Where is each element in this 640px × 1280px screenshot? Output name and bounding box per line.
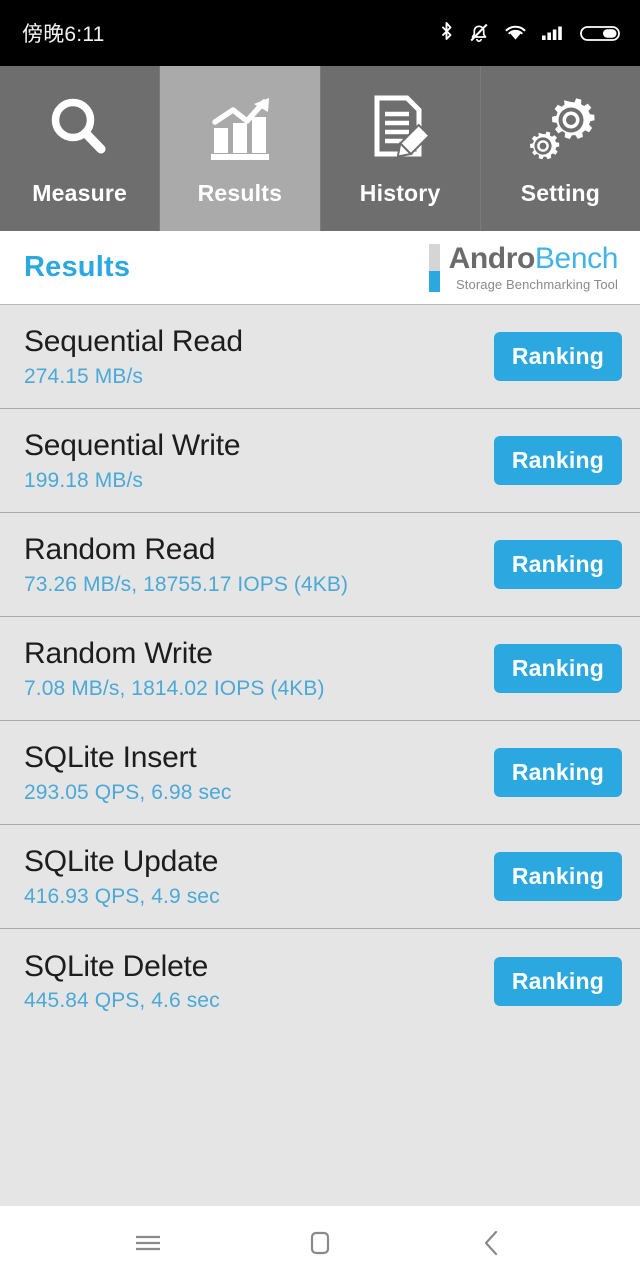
benchmark-value: 274.15 MB/s	[24, 364, 143, 388]
tab-history[interactable]: History	[320, 66, 481, 231]
benchmark-value: 7.08 MB/s, 1814.02 IOPS (4KB)	[24, 676, 325, 700]
battery-icon	[580, 21, 622, 45]
benchmark-title: SQLite Update	[24, 845, 219, 879]
cellular-signal-icon	[541, 21, 567, 45]
bluetooth-icon	[438, 21, 455, 45]
vibrate-off-icon	[468, 21, 490, 45]
gears-icon	[521, 90, 599, 168]
benchmark-value: 445.84 QPS, 4.6 sec	[24, 989, 220, 1013]
ranking-button[interactable]: Ranking	[493, 748, 622, 797]
tab-setting-label: Setting	[520, 180, 601, 206]
table-row[interactable]: Sequential Write 199.18 MB/s Ranking	[0, 409, 640, 513]
table-row[interactable]: Random Write 7.08 MB/s, 1814.02 IOPS (4K…	[0, 617, 640, 721]
ranking-button[interactable]: Ranking	[493, 644, 622, 693]
benchmark-value: 73.26 MB/s, 18755.17 IOPS (4KB)	[24, 572, 349, 596]
ranking-button[interactable]: Ranking	[493, 956, 622, 1006]
menu-icon	[131, 1226, 165, 1260]
benchmark-title: SQLite Delete	[24, 949, 209, 983]
menu-button[interactable]	[117, 1212, 179, 1274]
benchmark-title: SQLite Insert	[24, 741, 197, 775]
table-row[interactable]: Random Read 73.26 MB/s, 18755.17 IOPS (4…	[0, 513, 640, 617]
benchmark-title: Random Read	[24, 533, 216, 567]
ranking-button[interactable]: Ranking	[493, 332, 622, 381]
status-icon-group	[438, 21, 622, 45]
system-navigation-bar	[0, 1206, 640, 1280]
document-pencil-icon	[361, 90, 439, 168]
tab-results[interactable]: Results	[160, 66, 321, 231]
benchmark-title: Sequential Read	[24, 325, 243, 359]
status-clock: 傍晚6:11	[22, 23, 105, 46]
row-text-group: Random Read 73.26 MB/s, 18755.17 IOPS (4…	[24, 533, 348, 596]
logo-tagline: Storage Benchmarking Tool	[456, 276, 618, 292]
logo-bar-accent	[428, 243, 440, 292]
results-list: Sequential Read 274.15 MB/s Ranking Sequ…	[0, 305, 640, 1033]
table-row[interactable]: SQLite Insert 293.05 QPS, 6.98 sec Ranki…	[0, 721, 640, 825]
status-bar: 傍晚6:11	[0, 0, 640, 66]
phone-screen: 傍晚6:11 Measure Results History Setting R…	[0, 0, 640, 1280]
benchmark-value: 293.05 QPS, 6.98 sec	[24, 780, 232, 804]
logo-name-blue: Bench	[534, 241, 618, 275]
row-text-group: Random Write 7.08 MB/s, 1814.02 IOPS (4K…	[24, 637, 325, 700]
home-icon	[303, 1226, 337, 1260]
page-title: Results	[24, 251, 131, 283]
back-icon	[475, 1226, 509, 1260]
tab-setting[interactable]: Setting	[480, 66, 640, 231]
row-text-group: SQLite Insert 293.05 QPS, 6.98 sec	[24, 741, 231, 804]
row-text-group: Sequential Read 274.15 MB/s	[24, 325, 243, 388]
wifi-icon	[503, 21, 528, 45]
back-button[interactable]	[461, 1212, 523, 1274]
benchmark-title: Random Write	[24, 637, 213, 671]
row-text-group: Sequential Write 199.18 MB/s	[24, 429, 241, 492]
benchmark-value: 416.93 QPS, 4.9 sec	[24, 884, 220, 908]
tab-measure-label: Measure	[32, 180, 127, 206]
row-text-group: SQLite Delete 445.84 QPS, 4.6 sec	[24, 950, 220, 1013]
table-row[interactable]: SQLite Update 416.93 QPS, 4.9 sec Rankin…	[0, 825, 640, 929]
logo-text: AndroBench Storage Benchmarking Tool	[448, 241, 619, 292]
ranking-button[interactable]: Ranking	[493, 540, 622, 589]
benchmark-title: Sequential Write	[24, 429, 241, 463]
page-header: Results AndroBench Storage Benchmarking …	[0, 231, 640, 305]
table-row[interactable]: SQLite Delete 445.84 QPS, 4.6 sec Rankin…	[0, 929, 640, 1033]
bar-chart-arrow-icon	[201, 90, 279, 168]
androbench-logo: AndroBench Storage Benchmarking Tool	[428, 241, 619, 292]
home-button[interactable]	[289, 1212, 351, 1274]
ranking-button[interactable]: Ranking	[493, 436, 622, 485]
main-tab-bar: Measure Results History Setting	[0, 66, 640, 231]
tab-results-label: Results	[197, 180, 283, 206]
tab-measure[interactable]: Measure	[0, 66, 161, 231]
magnifier-icon	[41, 90, 119, 168]
benchmark-value: 199.18 MB/s	[24, 468, 143, 492]
logo-name-dark: Andro	[448, 241, 536, 275]
ranking-button[interactable]: Ranking	[493, 852, 622, 901]
content-area: Results AndroBench Storage Benchmarking …	[0, 231, 640, 1280]
table-row[interactable]: Sequential Read 274.15 MB/s Ranking	[0, 305, 640, 409]
tab-history-label: History	[359, 180, 441, 206]
row-text-group: SQLite Update 416.93 QPS, 4.9 sec	[24, 845, 220, 908]
